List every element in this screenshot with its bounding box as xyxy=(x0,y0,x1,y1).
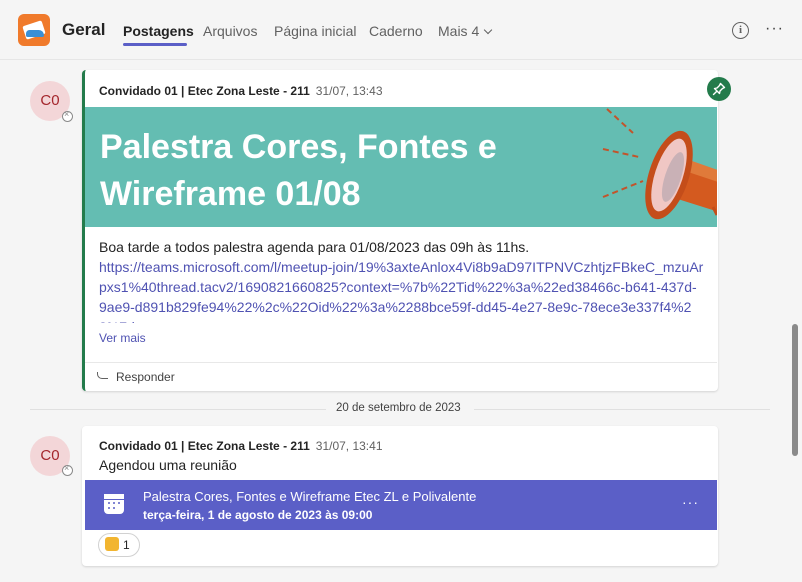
author-name[interactable]: Convidado 01 | Etec Zona Leste - 211 xyxy=(99,439,310,453)
post-banner: Palestra Cores, Fontes e Wireframe 01/08 xyxy=(85,107,717,227)
banner-title: Palestra Cores, Fontes e Wireframe 01/08 xyxy=(100,128,497,213)
post-timestamp: 31/07, 13:41 xyxy=(315,439,383,453)
reply-icon xyxy=(97,372,108,379)
author-name[interactable]: Convidado 01 | Etec Zona Leste - 211 xyxy=(99,84,310,98)
more-icon[interactable]: ··· xyxy=(682,494,699,510)
post-timestamp: 31/07, 13:43 xyxy=(315,84,383,98)
thumbs-up-icon xyxy=(105,537,119,551)
channel-header: Geral Postagens Arquivos Página inicial … xyxy=(0,0,802,60)
date-divider: 20 de setembro de 2023 xyxy=(336,402,461,414)
more-icon[interactable]: ··· xyxy=(765,20,784,38)
meeting-card[interactable]: Palestra Cores, Fontes e Wireframe Etec … xyxy=(85,480,717,530)
presence-offline-icon xyxy=(62,109,73,122)
info-icon[interactable]: i xyxy=(732,22,749,39)
chevron-down-icon xyxy=(483,25,493,35)
reaction-count: 1 xyxy=(123,538,130,552)
tab-more[interactable]: Mais 4 xyxy=(438,23,493,39)
presence-offline-icon xyxy=(62,463,73,476)
meeting-time: terça-feira, 1 de agosto de 2023 às 09:0… xyxy=(143,508,373,522)
calendar-icon xyxy=(104,494,124,514)
meeting-title: Palestra Cores, Fontes e Wireframe Etec … xyxy=(143,489,477,504)
reaction-like[interactable]: 1 xyxy=(98,533,140,557)
pin-icon[interactable] xyxy=(707,77,731,101)
tab-arquivos[interactable]: Arquivos xyxy=(203,23,257,39)
post-body: Boa tarde a todos palestra agenda para 0… xyxy=(99,239,530,255)
active-tab-indicator xyxy=(123,43,187,46)
tab-postagens[interactable]: Postagens xyxy=(123,23,194,39)
tab-pagina-inicial[interactable]: Página inicial xyxy=(274,23,357,39)
reply-divider xyxy=(85,362,717,363)
tab-more-label: Mais 4 xyxy=(438,23,480,39)
date-divider-line xyxy=(474,409,770,410)
post-body: Agendou uma reunião xyxy=(99,457,237,473)
megaphone-icon xyxy=(602,108,717,220)
reply-label: Responder xyxy=(116,370,175,384)
channel-name: Geral xyxy=(62,20,106,39)
reply-button[interactable]: Responder xyxy=(97,370,175,384)
see-more-link[interactable]: Ver mais xyxy=(99,331,146,345)
date-divider-line xyxy=(30,409,326,410)
post-author: Convidado 01 | Etec Zona Leste - 211 31/0… xyxy=(99,84,383,98)
post-author: Convidado 01 | Etec Zona Leste - 211 31/0… xyxy=(99,439,383,453)
meeting-link[interactable]: https://teams.microsoft.com/l/meetup-joi… xyxy=(99,257,704,323)
scrollbar-thumb[interactable] xyxy=(792,324,798,456)
tab-caderno[interactable]: Caderno xyxy=(369,23,423,39)
team-logo[interactable] xyxy=(18,14,50,46)
